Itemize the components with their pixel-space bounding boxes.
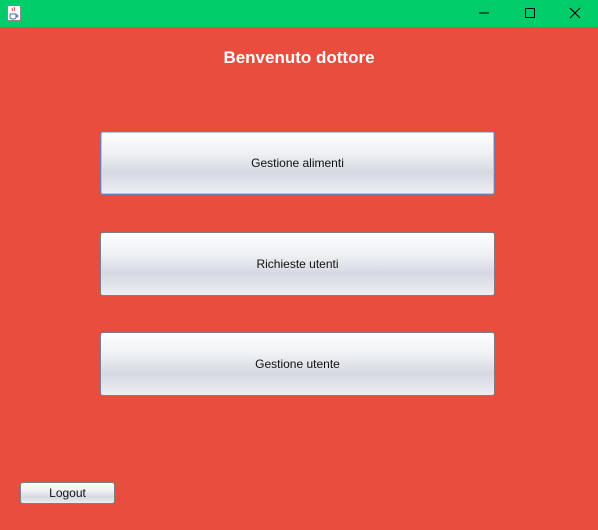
logout-label: Logout [49,486,86,500]
title-bar[interactable] [0,0,598,27]
close-icon [569,4,581,23]
user-requests-button[interactable]: Richieste utenti [100,232,495,296]
maximize-icon [524,4,536,23]
user-requests-label: Richieste utenti [256,257,339,271]
logout-button[interactable]: Logout [20,482,115,504]
user-management-label: Gestione utente [255,357,340,371]
welcome-heading: Benvenuto dottore [223,48,375,67]
close-button[interactable] [552,0,598,27]
minimize-icon [478,4,490,23]
app-window: Benvenuto dottore Gestione alimenti Rich… [0,0,598,530]
maximize-button[interactable] [507,0,553,27]
java-cup-icon [7,5,21,21]
food-management-button[interactable]: Gestione alimenti [100,131,495,195]
user-management-button[interactable]: Gestione utente [100,332,495,396]
food-management-label: Gestione alimenti [251,156,344,170]
minimize-button[interactable] [461,0,507,27]
